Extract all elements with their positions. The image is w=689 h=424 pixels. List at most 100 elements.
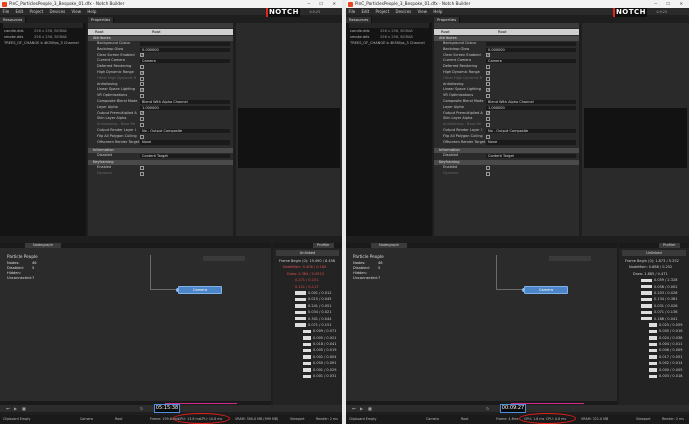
tab-nodegraph[interactable]: Nodegraph	[371, 243, 407, 248]
menu-view[interactable]: View	[418, 9, 428, 14]
attribute-checkbox[interactable]	[140, 76, 144, 81]
attribute-value[interactable]: 1.000000	[486, 105, 576, 110]
camera-node[interactable]: Camera	[524, 286, 568, 294]
attribute-value[interactable]: None	[486, 140, 576, 145]
attribute-value[interactable]: Blend With Alpha Channel	[140, 99, 230, 104]
attribute-checkbox[interactable]	[140, 82, 144, 87]
attribute-checkbox[interactable]	[486, 70, 490, 75]
stop-icon[interactable]: ■	[22, 406, 26, 411]
menu-view[interactable]: View	[72, 9, 82, 14]
resource-name: smoke.dds	[4, 35, 24, 39]
viewport-render[interactable]	[238, 108, 340, 168]
attribute-value[interactable]: Camera	[486, 59, 576, 64]
skip-start-icon[interactable]: ⏮	[352, 406, 356, 411]
menu-file[interactable]: File	[3, 9, 10, 14]
stat-nodes: Nodes: 46	[353, 261, 383, 265]
attribute-value[interactable]: None	[140, 140, 230, 145]
attribute-value[interactable]: No - Output Composite	[140, 128, 230, 133]
profiler-bar	[303, 355, 311, 359]
menu-help[interactable]: Help	[87, 9, 96, 14]
profiler-row[interactable]: 0.003 / 0.018	[619, 373, 689, 379]
attribute-checkbox[interactable]	[140, 64, 144, 69]
kf-dynamic-checkbox[interactable]	[486, 171, 490, 176]
profiler-bar	[303, 361, 311, 366]
tab-nodegraph[interactable]: Nodegraph	[25, 243, 61, 248]
menu-edit[interactable]: Edit	[15, 9, 23, 14]
menu-project[interactable]: Project	[376, 9, 390, 14]
attribute-value[interactable]: No - Output Composite	[486, 128, 576, 133]
root-header: Root Root	[88, 29, 233, 35]
timecode-display[interactable]: 00:09:27	[500, 404, 526, 413]
attribute-checkbox[interactable]	[140, 53, 144, 58]
attribute-label: Output Render Layer I	[97, 127, 136, 132]
info-row: Disabled Content Target	[434, 153, 579, 159]
profiler-row[interactable]: 0.001 / 0.031	[273, 373, 342, 379]
attribute-value[interactable]: Blend With Alpha Channel	[486, 99, 576, 104]
kf-enabled-checkbox[interactable]	[140, 165, 144, 170]
stop-icon[interactable]: ■	[368, 406, 372, 411]
attribute-checkbox[interactable]	[140, 88, 144, 92]
tab-profiler[interactable]: Profiler	[659, 243, 680, 248]
timecode-display[interactable]: 05:15:38	[154, 404, 180, 413]
resource-item[interactable]: TREES_OF_CHANGE b 4K50fps_3 Channel	[346, 40, 432, 46]
attribute-checkbox[interactable]	[486, 122, 490, 127]
resource-item[interactable]: TREES_OF_CHANGE b 4K50fps_3 Channel	[0, 40, 86, 46]
kf-dynamic-checkbox[interactable]	[140, 171, 144, 176]
attribute-value[interactable]: 1.000000	[140, 105, 230, 110]
attribute-checkbox[interactable]	[140, 117, 144, 122]
attribute-checkbox[interactable]	[486, 76, 490, 81]
attribute-checkbox[interactable]	[486, 53, 490, 58]
attribute-checkbox[interactable]	[486, 64, 490, 69]
menu-file[interactable]: File	[349, 9, 356, 14]
attribute-value[interactable]: 0.000000	[140, 47, 230, 52]
profiler-bar	[649, 361, 657, 366]
profiler-bar	[641, 285, 652, 289]
nodegraph-toolbar[interactable]	[549, 256, 591, 261]
attribute-checkbox[interactable]	[486, 88, 490, 92]
loop-icon[interactable]: ↻	[486, 406, 489, 411]
camera-node[interactable]: Camera	[178, 286, 222, 294]
attribute-value[interactable]: 0.000000	[486, 47, 576, 52]
menu-devices[interactable]: Devices	[49, 9, 65, 14]
info-value[interactable]: Content Target	[486, 154, 576, 159]
profiler-bar	[641, 278, 652, 283]
viewport-panel[interactable]	[236, 23, 342, 236]
profiler-bar	[641, 297, 652, 302]
window-controls[interactable]: ─ ☐ ✕	[308, 0, 340, 8]
window-controls[interactable]: ─ ☐ ✕	[655, 0, 687, 8]
attribute-value[interactable]	[486, 41, 576, 46]
attribute-checkbox[interactable]	[140, 70, 144, 75]
stat-hidden: Hidden:	[353, 271, 367, 275]
attribute-checkbox[interactable]	[486, 93, 490, 98]
attribute-checkbox[interactable]	[140, 111, 144, 116]
nodegraph-panel[interactable]: Nodegraph Particle People Nodes: 46 Disab…	[346, 243, 617, 405]
tab-profiler[interactable]: Profiler	[313, 243, 334, 248]
notch-logo: NOTCH	[266, 8, 300, 17]
info-value[interactable]: Content Target	[140, 154, 230, 159]
attribute-value[interactable]	[140, 41, 230, 46]
kf-dynamic-label: Dynamic	[97, 170, 113, 175]
attribute-checkbox[interactable]	[486, 117, 490, 122]
menu-project[interactable]: Project	[30, 9, 44, 14]
attribute-checkbox[interactable]	[140, 122, 144, 127]
play-icon[interactable]: ▶	[360, 406, 363, 411]
attribute-checkbox[interactable]	[140, 93, 144, 98]
skip-start-icon[interactable]: ⏮	[6, 406, 10, 411]
profiler-filter[interactable]: Unlinked	[622, 250, 686, 256]
menu-help[interactable]: Help	[433, 9, 442, 14]
profiler-filter[interactable]: Unlinked	[276, 250, 339, 256]
viewport-panel[interactable]	[582, 23, 689, 236]
attribute-checkbox[interactable]	[486, 134, 490, 139]
attribute-value[interactable]: Camera	[140, 59, 230, 64]
play-icon[interactable]: ▶	[14, 406, 17, 411]
nodegraph-panel[interactable]: Nodegraph Particle People Nodes: 46 Disab…	[0, 243, 271, 405]
attribute-checkbox[interactable]	[140, 134, 144, 139]
attribute-checkbox[interactable]	[486, 82, 490, 87]
menu-devices[interactable]: Devices	[395, 9, 411, 14]
viewport-render[interactable]	[584, 108, 687, 168]
menu-edit[interactable]: Edit	[361, 9, 369, 14]
nodegraph-toolbar[interactable]	[203, 256, 245, 261]
loop-icon[interactable]: ↻	[140, 406, 143, 411]
attribute-checkbox[interactable]	[486, 111, 490, 116]
kf-enabled-checkbox[interactable]	[486, 165, 490, 170]
